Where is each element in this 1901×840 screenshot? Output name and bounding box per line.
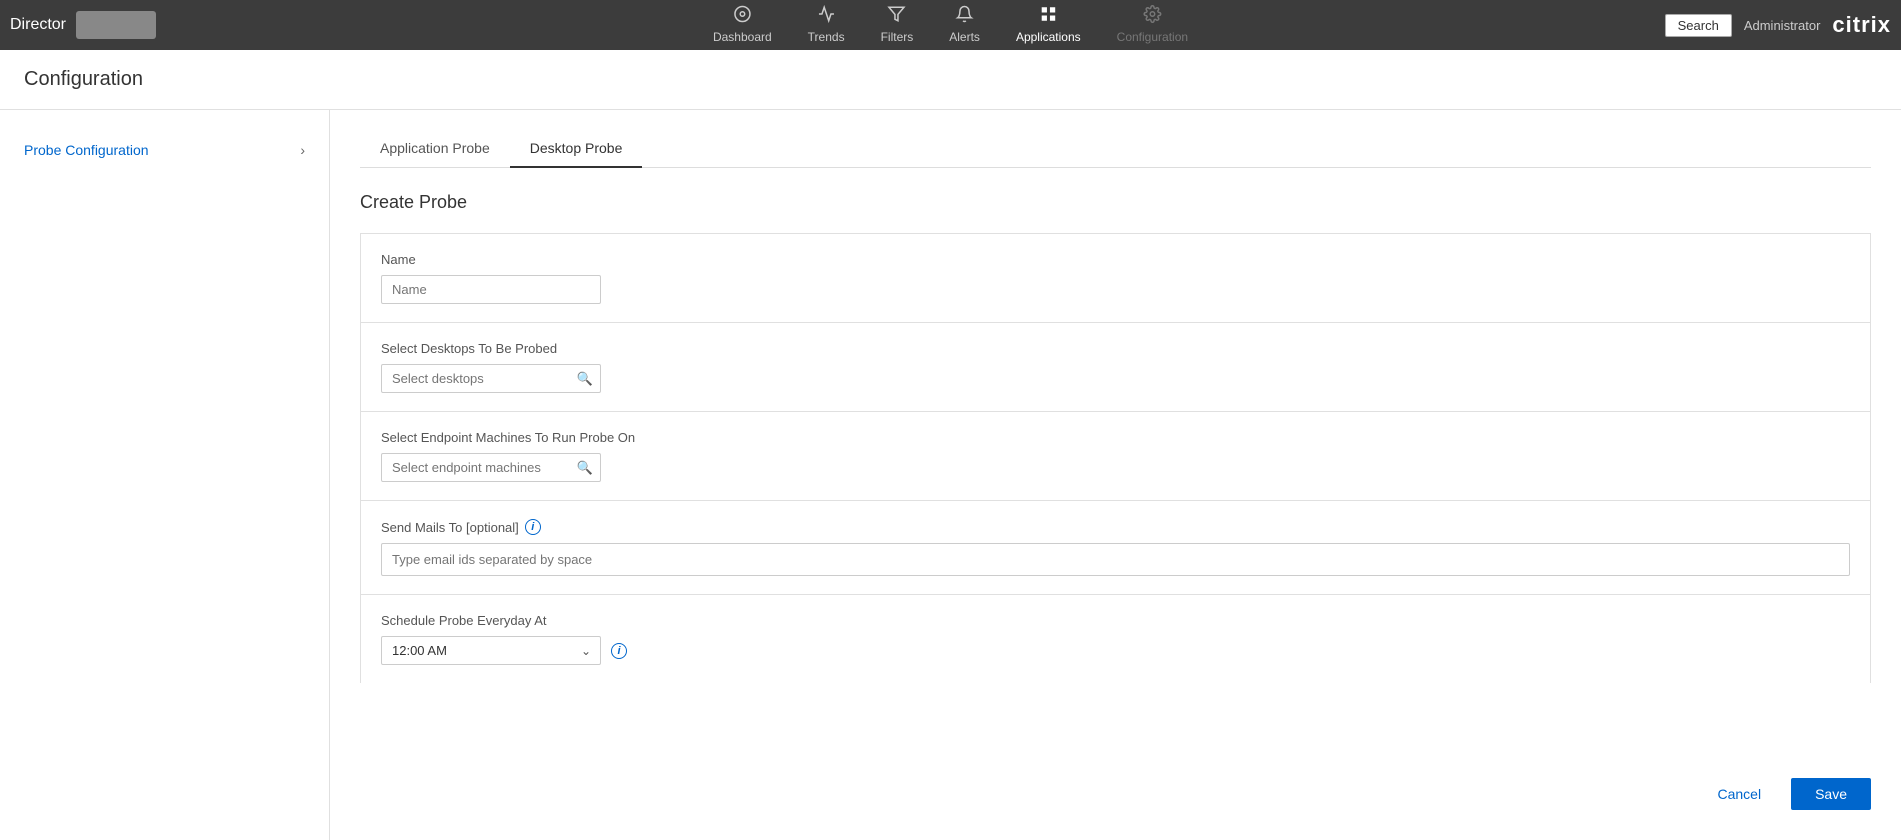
desktops-search-icon: 🔍: [577, 371, 593, 387]
page-header: Configuration: [0, 50, 1901, 110]
bottom-actions: Cancel Save: [1667, 758, 1901, 830]
nav-item-dashboard[interactable]: Dashboard: [695, 0, 790, 52]
email-info-icon[interactable]: i: [525, 519, 541, 535]
nav-item-applications[interactable]: Applications: [998, 0, 1099, 52]
desktops-label: Select Desktops To Be Probed: [381, 341, 1850, 356]
header: Director Dashboard Trends: [0, 0, 1901, 50]
endpoint-input[interactable]: [381, 453, 601, 482]
search-button[interactable]: Search: [1665, 14, 1732, 37]
content-area: Probe Configuration › Application Probe …: [0, 110, 1901, 840]
page-title: Configuration: [24, 68, 1877, 91]
configuration-icon: [1143, 5, 1161, 28]
nav-item-trends[interactable]: Trends: [790, 0, 863, 52]
form-section-schedule: Schedule Probe Everyday At 12:00 AM 1:00…: [360, 594, 1871, 683]
save-button[interactable]: Save: [1791, 778, 1871, 810]
desktops-input[interactable]: [381, 364, 601, 393]
form-section-desktops: Select Desktops To Be Probed 🔍: [360, 322, 1871, 411]
nav-label-alerts: Alerts: [949, 30, 980, 44]
citrix-logo: citrix: [1832, 12, 1891, 38]
applications-icon: [1039, 5, 1057, 28]
main-container: Configuration Probe Configuration › Appl…: [0, 50, 1901, 840]
desktops-search-wrapper: 🔍: [381, 364, 601, 393]
schedule-select-wrapper: 12:00 AM 1:00 AM 2:00 AM 3:00 AM 6:00 AM…: [381, 636, 601, 665]
name-input[interactable]: [381, 275, 601, 304]
form-section-name: Name: [360, 233, 1871, 322]
nav-item-alerts[interactable]: Alerts: [931, 0, 998, 52]
alerts-icon: [956, 5, 974, 28]
sidebar-item-probe-configuration[interactable]: Probe Configuration ›: [0, 130, 329, 170]
nav-label-configuration: Configuration: [1117, 30, 1188, 44]
endpoint-search-wrapper: 🔍: [381, 453, 601, 482]
dashboard-icon: [733, 5, 751, 28]
form-section-email: Send Mails To [optional] i: [360, 500, 1871, 594]
header-left: Director: [10, 11, 156, 39]
email-label: Send Mails To [optional] i: [381, 519, 1850, 535]
endpoint-label: Select Endpoint Machines To Run Probe On: [381, 430, 1850, 445]
nav-item-configuration: Configuration: [1099, 0, 1206, 52]
probe-configuration-link[interactable]: Probe Configuration: [24, 142, 149, 158]
nav-label-trends: Trends: [808, 30, 845, 44]
email-input[interactable]: [381, 543, 1850, 576]
tabs-container: Application Probe Desktop Probe: [360, 130, 1871, 168]
admin-dropdown[interactable]: Administrator: [1744, 18, 1821, 33]
form-title: Create Probe: [360, 192, 1871, 213]
app-title: Director: [10, 16, 66, 34]
schedule-select[interactable]: 12:00 AM 1:00 AM 2:00 AM 3:00 AM 6:00 AM…: [381, 636, 601, 665]
schedule-label: Schedule Probe Everyday At: [381, 613, 1850, 628]
schedule-info-icon[interactable]: i: [611, 643, 627, 659]
cancel-button[interactable]: Cancel: [1697, 778, 1781, 810]
app-logo: [76, 11, 156, 39]
chevron-right-icon: ›: [300, 142, 305, 158]
nav-label-dashboard: Dashboard: [713, 30, 772, 44]
header-right: Search Administrator citrix: [1665, 12, 1891, 38]
right-panel: Application Probe Desktop Probe Create P…: [330, 110, 1901, 840]
nav-item-filters[interactable]: Filters: [863, 0, 932, 52]
nav-label-applications: Applications: [1016, 30, 1081, 44]
endpoint-search-icon: 🔍: [577, 460, 593, 476]
trends-icon: [817, 5, 835, 28]
schedule-wrapper: 12:00 AM 1:00 AM 2:00 AM 3:00 AM 6:00 AM…: [381, 636, 1850, 665]
tab-desktop-probe[interactable]: Desktop Probe: [510, 130, 643, 168]
sidebar: Probe Configuration ›: [0, 110, 330, 840]
nav-label-filters: Filters: [881, 30, 914, 44]
form-section-endpoint: Select Endpoint Machines To Run Probe On…: [360, 411, 1871, 500]
tab-application-probe[interactable]: Application Probe: [360, 130, 510, 168]
filters-icon: [888, 5, 906, 28]
main-nav: Dashboard Trends Filters: [695, 0, 1206, 52]
name-label: Name: [381, 252, 1850, 267]
